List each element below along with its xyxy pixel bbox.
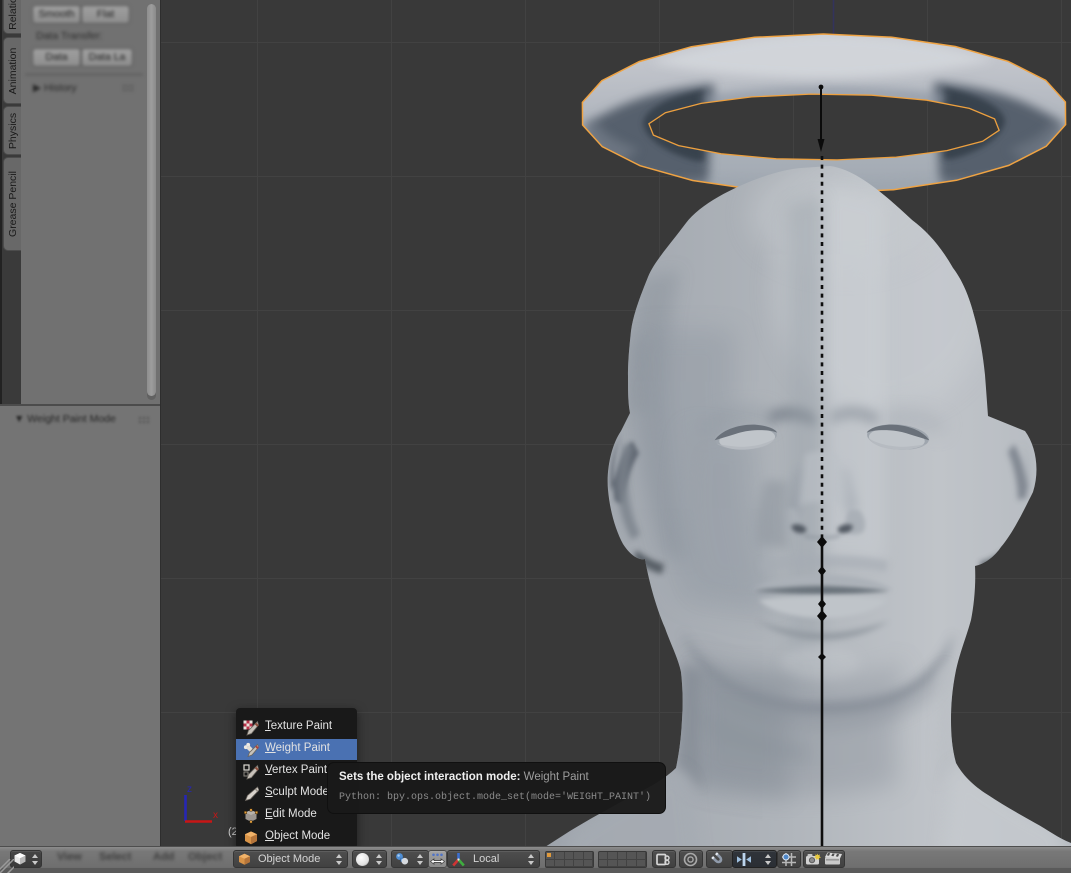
svg-text:x: x	[213, 810, 218, 821]
svg-text:z: z	[187, 784, 192, 795]
